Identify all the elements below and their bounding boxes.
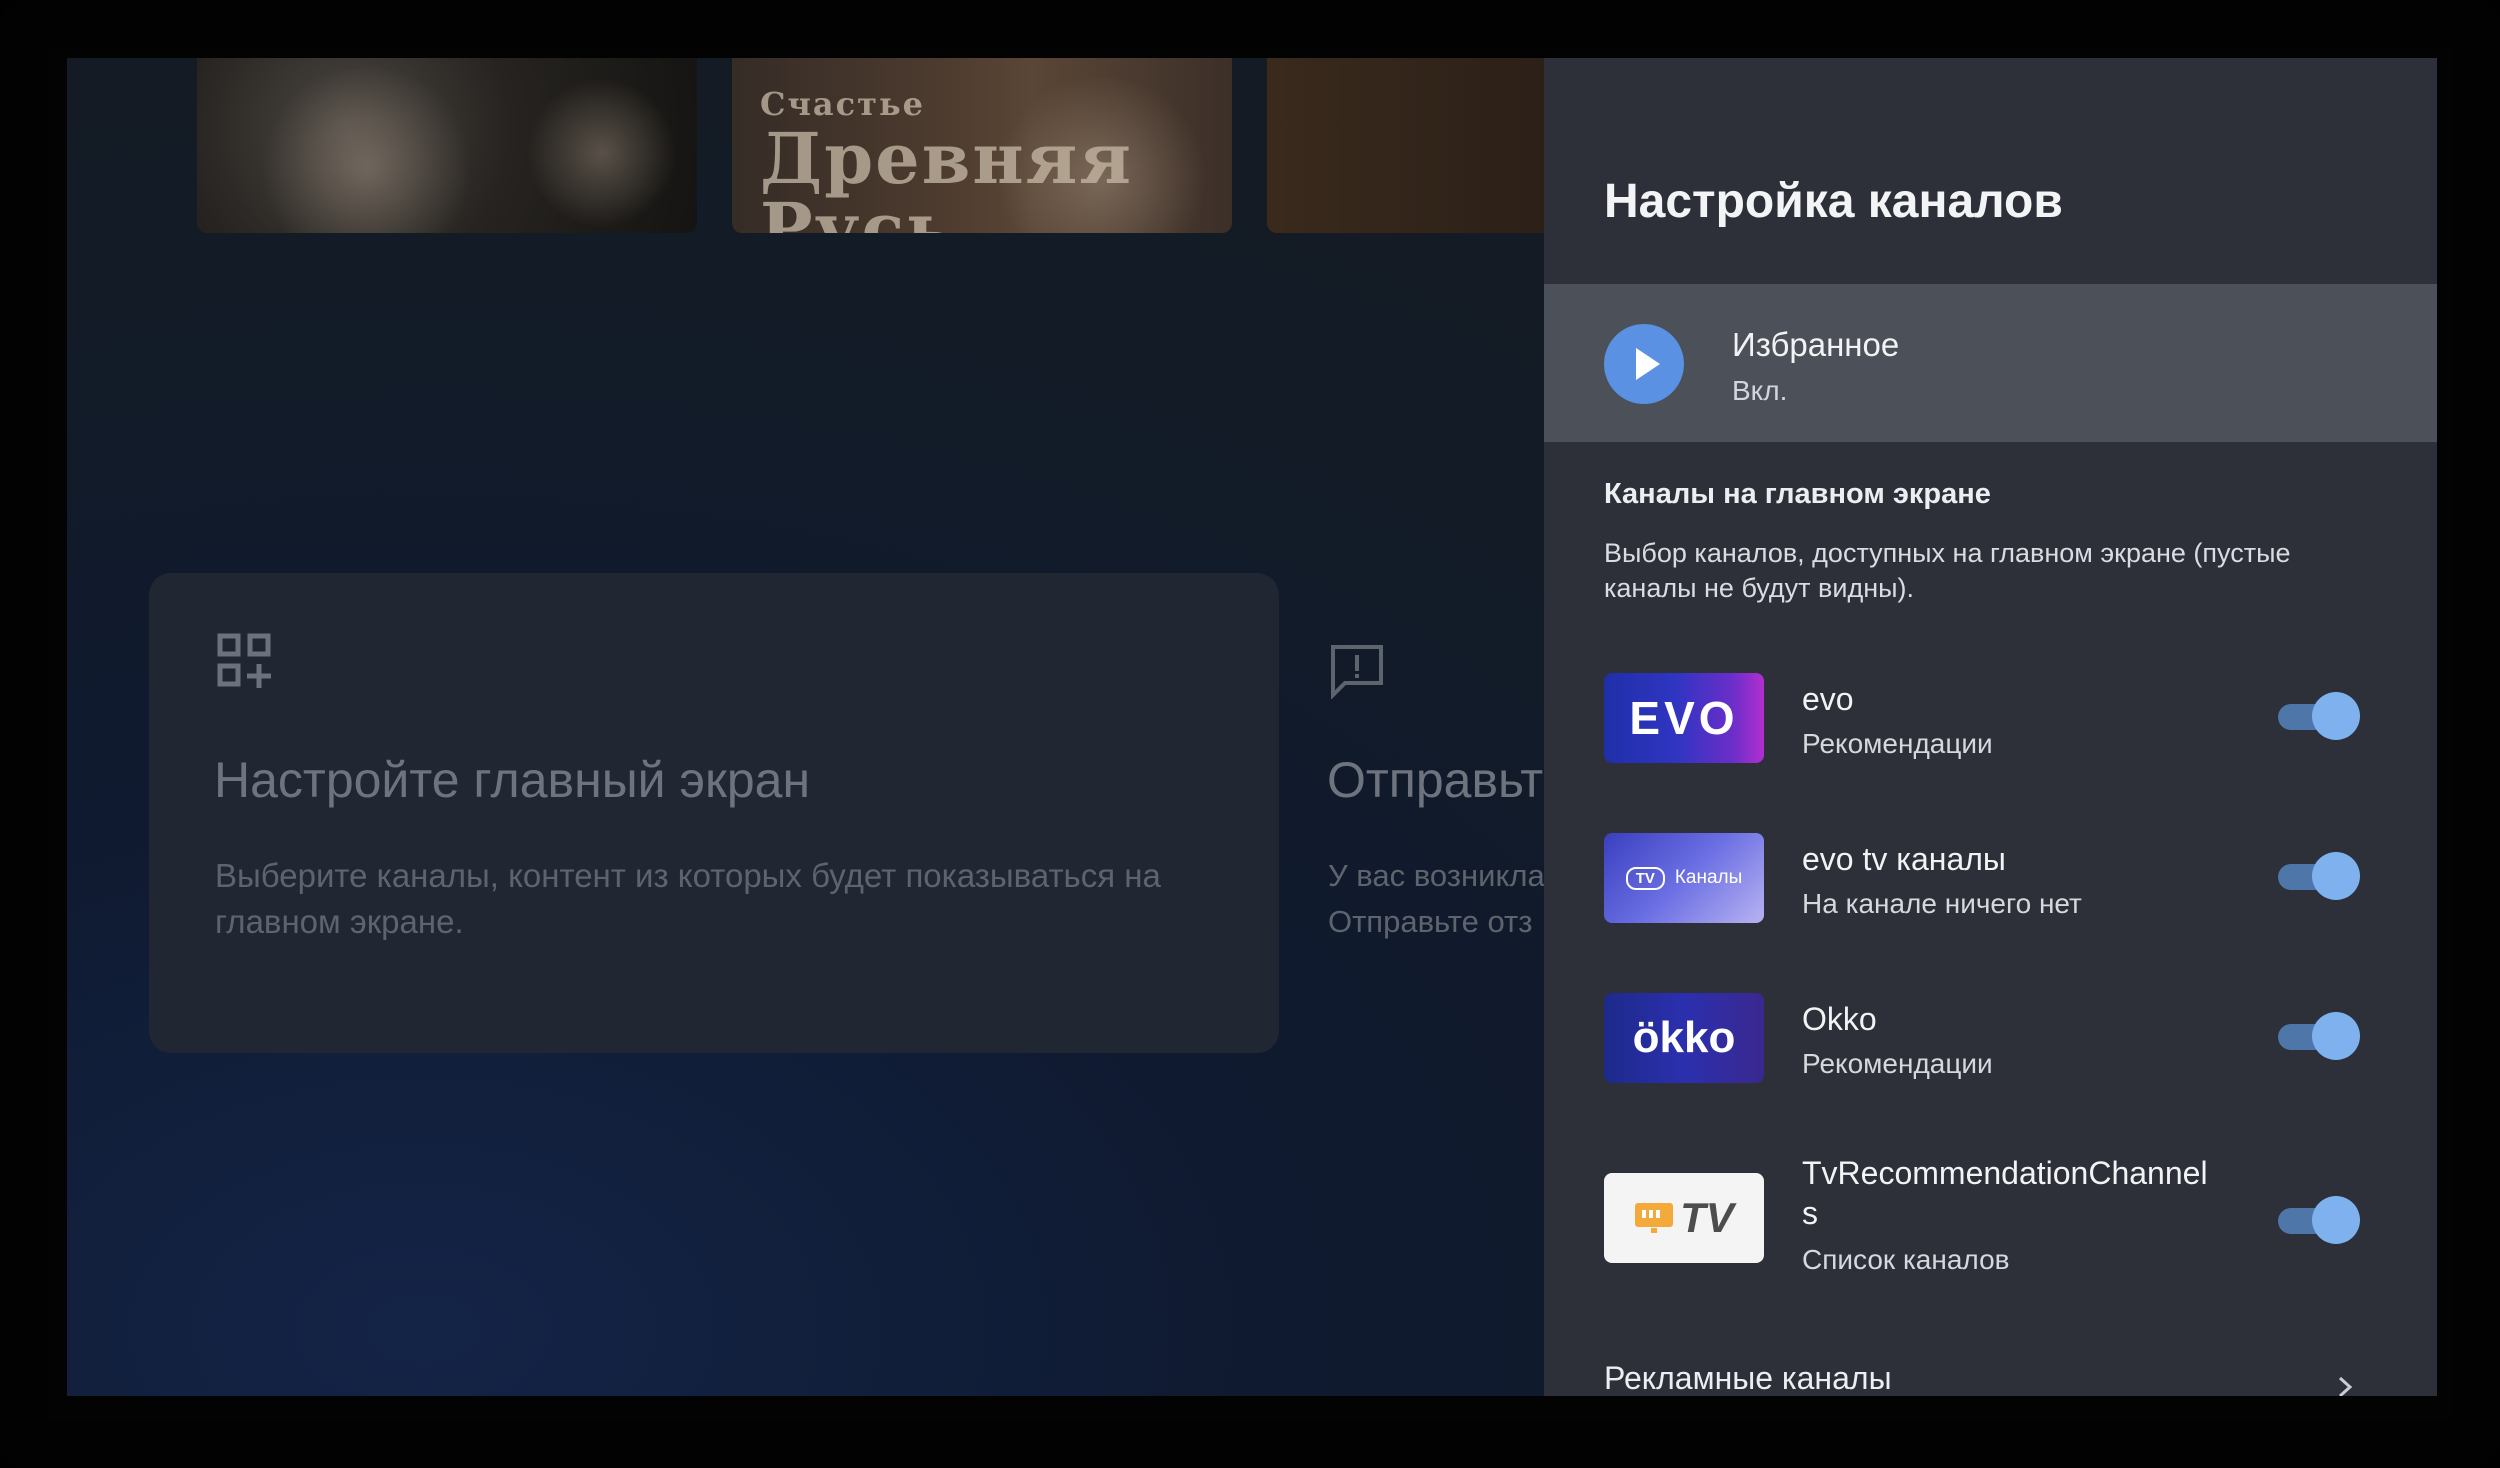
- channel-row-evo[interactable]: EVO evo Рекомендации: [1544, 673, 2437, 773]
- panel-title: Настройка каналов: [1604, 175, 2063, 228]
- feedback-card-description: У вас возникла Отправьте отз: [1328, 858, 1545, 939]
- tv-logo: TV: [1604, 1173, 1764, 1263]
- section-description: Выбор каналов, доступных на главном экра…: [1604, 538, 2291, 603]
- channel-row-tv-recommendation[interactable]: TV TvRecommendationChannels Список канал…: [1544, 1155, 2437, 1298]
- card-title: Настройте главный экран: [214, 752, 811, 808]
- channel-name: Okko: [1802, 1001, 1877, 1037]
- channel-toggle-evo[interactable]: [2274, 691, 2360, 741]
- feedback-icon: [1331, 645, 1383, 699]
- ad-channels-title[interactable]: Рекламные каналы: [1604, 1360, 1892, 1396]
- favorites-title: Избранное: [1732, 326, 1900, 363]
- channel-settings-panel: Настройка каналов Избранное Вкл. Каналы …: [1544, 58, 2437, 1396]
- channel-subtitle: На канале ничего нет: [1802, 888, 2082, 919]
- channel-subtitle: Рекомендации: [1802, 1048, 1993, 1079]
- card-description: Выберите каналы, контент из которых буде…: [215, 857, 1161, 940]
- evo-logo: EVO: [1604, 673, 1764, 763]
- evo-tv-logo: TV Каналы: [1604, 833, 1764, 923]
- customize-home-card[interactable]: Настройте главный экран Выберите каналы,…: [149, 573, 1279, 1053]
- channel-toggle-evo-tv[interactable]: [2274, 851, 2360, 901]
- channel-toggle-okko[interactable]: [2274, 1011, 2360, 1061]
- channel-name: evo: [1802, 681, 1854, 717]
- section-title: Каналы на главном экране: [1604, 478, 1991, 510]
- channel-toggle-tv-recommendation[interactable]: [2274, 1195, 2360, 1245]
- content-thumbnail[interactable]: Счастье Древняя Русь: [732, 58, 1232, 233]
- channel-name: TvRecommendationChannels: [1802, 1155, 2208, 1231]
- channel-name: evo tv каналы: [1802, 841, 2006, 877]
- chevron-right-icon: [2338, 1376, 2353, 1396]
- channel-row-evo-tv[interactable]: TV Каналы evo tv каналы На канале ничего…: [1544, 833, 2437, 933]
- okko-logo: ökko: [1604, 993, 1764, 1083]
- favorites-row[interactable]: Избранное Вкл.: [1544, 284, 2437, 442]
- content-thumbnail[interactable]: [1267, 58, 1567, 233]
- content-thumbnail[interactable]: [197, 58, 697, 233]
- favorites-status: Вкл.: [1732, 375, 1788, 406]
- feedback-card-title: Отправьт: [1327, 752, 1544, 808]
- channel-subtitle: Список каналов: [1802, 1244, 2010, 1275]
- channel-subtitle: Рекомендации: [1802, 728, 1993, 759]
- tv-screen-icon: [1635, 1203, 1674, 1233]
- tv-screen: Счастье Древняя Русь Настройте главный э…: [67, 58, 2437, 1396]
- channel-row-okko[interactable]: ökko Okko Рекомендации: [1544, 993, 2437, 1093]
- play-icon: [1604, 324, 1684, 404]
- add-widget-icon: [217, 633, 271, 688]
